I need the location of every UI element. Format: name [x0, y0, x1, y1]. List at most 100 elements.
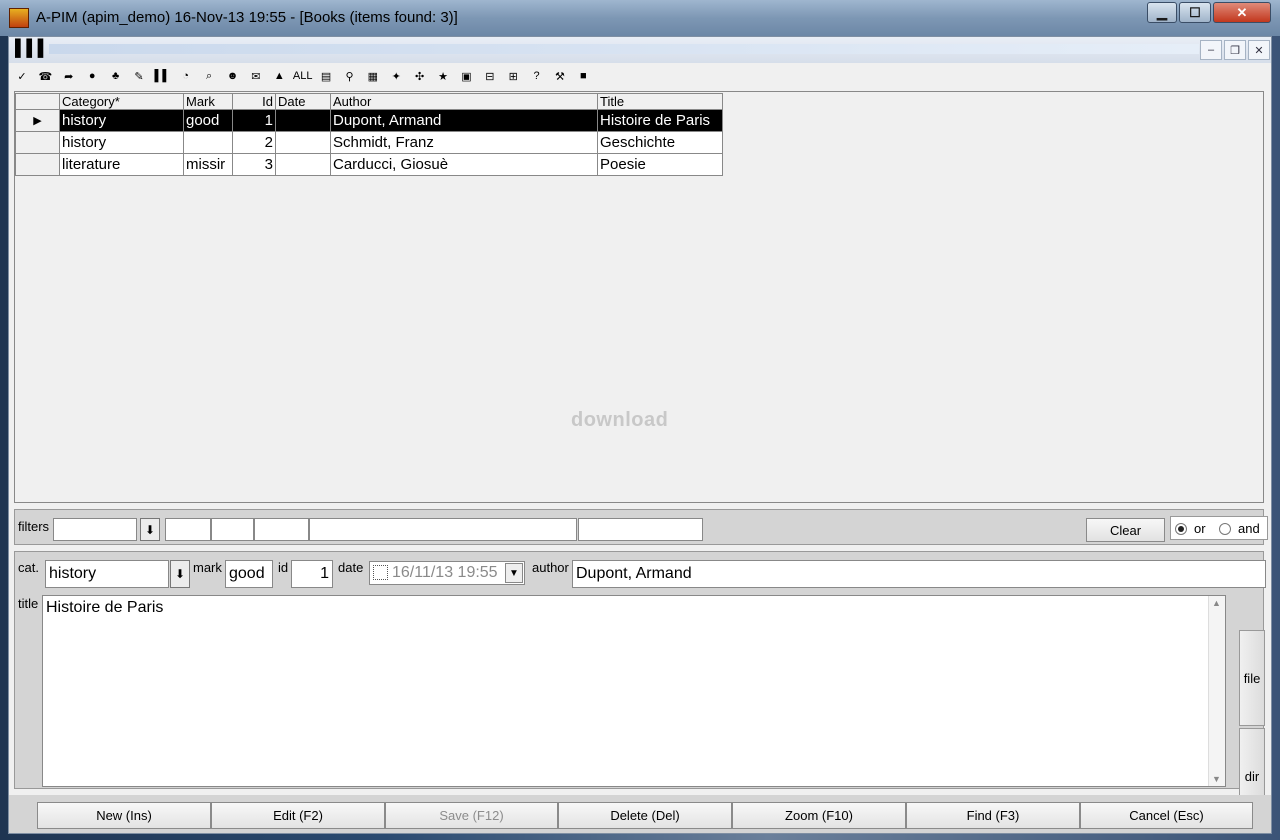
cell-id[interactable]: 3 — [232, 153, 276, 176]
toolbar-icon-24[interactable]: ■ — [573, 66, 593, 86]
mdi-restore-button[interactable]: ❐ — [1224, 40, 1246, 60]
toolbar-icon-0[interactable]: ✓ — [12, 66, 32, 86]
filters-label: filters — [18, 519, 50, 534]
toolbar-icon-14[interactable]: ⚲ — [339, 66, 359, 86]
close-button[interactable]: ✕ — [1213, 2, 1271, 23]
row-indicator — [15, 153, 60, 176]
toolbar-icon-1[interactable]: ☎ — [35, 66, 55, 86]
col-header-date[interactable]: Date — [275, 93, 331, 110]
col-header-title[interactable]: Title — [597, 93, 723, 110]
date-picker[interactable]: 16/11/13 19:55 ▼ — [369, 561, 525, 585]
toolbar-icon-12[interactable]: ALL — [293, 66, 313, 86]
author-label: author — [532, 560, 569, 575]
new-button[interactable]: New (Ins) — [37, 802, 211, 829]
toolbar-icon-7[interactable]: ◔ — [176, 66, 196, 86]
toolbar-icon-6[interactable]: ▌▌ — [152, 66, 172, 86]
date-label: date — [338, 560, 364, 575]
cell-title[interactable]: Poesie — [597, 153, 723, 176]
mdi-minimize-button[interactable]: – — [1200, 40, 1222, 60]
table-row[interactable]: history 2 Schmidt, Franz Geschichte — [15, 131, 723, 154]
filter-mark-input[interactable] — [165, 518, 211, 541]
filter-title-input[interactable] — [578, 518, 703, 541]
file-button[interactable]: file — [1239, 630, 1265, 726]
toolbar-icon-10[interactable]: ✉ — [246, 66, 266, 86]
toolbar-icon-16[interactable]: ✦ — [386, 66, 406, 86]
cell-date[interactable] — [275, 153, 331, 176]
toolbar-icon-13[interactable]: ▤ — [316, 66, 336, 86]
filter-date-input[interactable] — [254, 518, 309, 541]
cell-date[interactable] — [275, 109, 331, 132]
filter-category-input[interactable] — [53, 518, 137, 541]
radio-or[interactable] — [1175, 523, 1187, 535]
title-textarea[interactable]: Histoire de Paris ▲ ▼ — [42, 595, 1226, 787]
cell-category[interactable]: history — [59, 131, 184, 154]
clear-button[interactable]: Clear — [1086, 518, 1165, 542]
date-checkbox[interactable] — [373, 565, 388, 580]
save-button[interactable]: Save (F12) — [385, 802, 558, 829]
cell-mark[interactable] — [183, 131, 233, 154]
id-input[interactable]: 1 — [291, 560, 333, 588]
filter-author-input[interactable] — [309, 518, 577, 541]
delete-button[interactable]: Delete (Del) — [558, 802, 732, 829]
col-header-author[interactable]: Author — [330, 93, 598, 110]
mdi-minimize-icon: – — [1207, 44, 1215, 56]
mdi-close-button[interactable]: ✕ — [1248, 40, 1270, 60]
find-button[interactable]: Find (F3) — [906, 802, 1080, 829]
cell-mark[interactable]: good — [183, 109, 233, 132]
scroll-up-icon[interactable]: ▲ — [1212, 598, 1221, 608]
toolbar-icon-19[interactable]: ▣ — [456, 66, 476, 86]
toolbar-icon-2[interactable]: ➦ — [59, 66, 79, 86]
cell-id[interactable]: 2 — [232, 131, 276, 154]
edit-button[interactable]: Edit (F2) — [211, 802, 385, 829]
cell-title[interactable]: Histoire de Paris — [597, 109, 723, 132]
cell-mark[interactable]: missir — [183, 153, 233, 176]
toolbar-icon-5[interactable]: ✎ — [129, 66, 149, 86]
cell-category[interactable]: history — [59, 109, 184, 132]
title-scrollbar[interactable]: ▲ ▼ — [1208, 596, 1225, 786]
toolbar-icon-3[interactable]: ● — [82, 66, 102, 86]
col-header-id[interactable]: Id — [232, 93, 276, 110]
toolbar-icon-11[interactable]: ▲ — [269, 66, 289, 86]
scroll-down-icon[interactable]: ▼ — [1212, 774, 1221, 784]
author-input[interactable]: Dupont, Armand — [572, 560, 1266, 588]
table-row[interactable]: literature missir 3 Carducci, Giosuè Poe… — [15, 153, 723, 176]
close-icon: ✕ — [1236, 4, 1248, 20]
col-header-mark[interactable]: Mark — [183, 93, 233, 110]
toolbar-icon-20[interactable]: ⊟ — [480, 66, 500, 86]
toolbar-icon-18[interactable]: ★ — [433, 66, 453, 86]
cell-author[interactable]: Carducci, Giosuè — [330, 153, 598, 176]
cell-category[interactable]: literature — [59, 153, 184, 176]
cat-dropdown-icon[interactable]: ⬇ — [170, 560, 190, 588]
cancel-button[interactable]: Cancel (Esc) — [1080, 802, 1253, 829]
filter-category-dropdown-icon[interactable]: ⬇ — [140, 518, 160, 541]
date-dropdown-icon[interactable]: ▼ — [505, 563, 523, 583]
maximize-button[interactable]: ☐ — [1179, 2, 1211, 23]
toolbar: ✓ ☎ ➦ ● ♣ ✎ ▌▌ ◔ ⌕ ☻ ✉ ▲ ALL ▤ ⚲ ▦ ✦ ✣ ★ ▣ ⊟ ⊞? ⚒ ■ — [9, 64, 1271, 88]
cat-input[interactable]: history — [45, 560, 169, 588]
table-row[interactable]: ▶ history good 1 Dupont, Armand Histoire… — [15, 109, 723, 132]
radio-or-label: or — [1194, 521, 1206, 536]
toolbar-icon-4[interactable]: ♣ — [106, 66, 126, 86]
toolbar-icon-21[interactable]: ⊞ — [503, 66, 523, 86]
radio-and[interactable] — [1219, 523, 1231, 535]
cell-author[interactable]: Dupont, Armand — [330, 109, 598, 132]
toolbar-icon-23[interactable]: ⚒ — [550, 66, 570, 86]
mdi-child-window: ▌▌▌ – ❐ ✕ ✓ ☎ ➦ ● ♣ ✎ ▌▌ ◔ ⌕ ☻ ✉ ▲ ALL ▤ ⚲ ▦ ✦ ✣ ★ ▣ ⊟ ⊞? ⚒ ■ C… — [8, 36, 1272, 834]
toolbar-icon-9[interactable]: ☻ — [223, 66, 243, 86]
cell-title[interactable]: Geschichte — [597, 131, 723, 154]
cell-date[interactable] — [275, 131, 331, 154]
title-text: Histoire de Paris — [46, 599, 164, 616]
col-header-category[interactable]: Category* — [59, 93, 184, 110]
cell-id[interactable]: 1 — [232, 109, 276, 132]
toolbar-icon-15[interactable]: ▦ — [363, 66, 383, 86]
toolbar-icon-17[interactable]: ✣ — [410, 66, 430, 86]
row-indicator-icon: ▶ — [15, 109, 60, 132]
toolbar-icon-22[interactable]: ? — [527, 66, 547, 86]
zoom-button[interactable]: Zoom (F10) — [732, 802, 906, 829]
minimize-button[interactable]: ▁ — [1147, 2, 1177, 23]
cell-author[interactable]: Schmidt, Franz — [330, 131, 598, 154]
mark-input[interactable]: good — [225, 560, 273, 588]
toolbar-icon-8[interactable]: ⌕ — [199, 66, 219, 86]
records-table[interactable]: Category* Mark Id Date Author Title ▶ hi… — [15, 93, 723, 176]
filter-id-input[interactable] — [211, 518, 254, 541]
